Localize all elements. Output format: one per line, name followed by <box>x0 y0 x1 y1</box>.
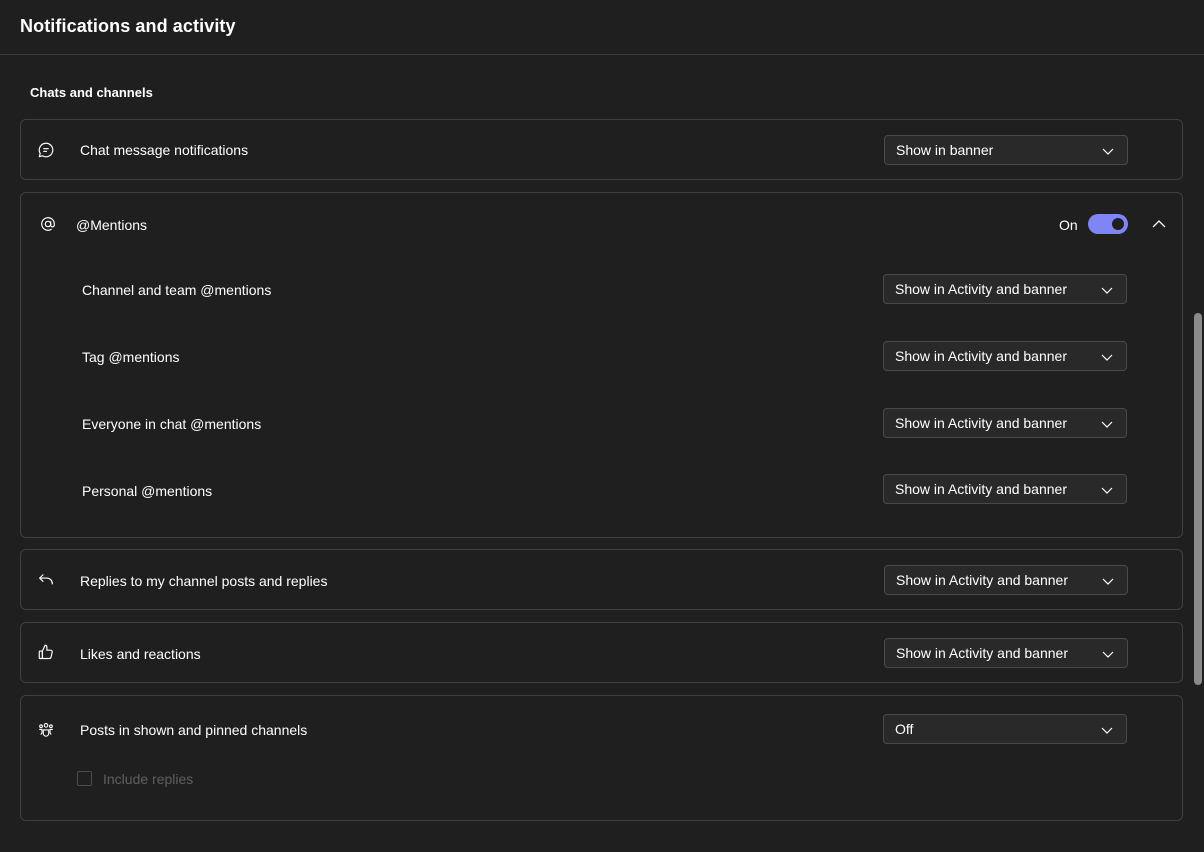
mentions-card: @Mentions On Channel and team @mentions … <box>20 192 1183 538</box>
mentions-label: @Mentions <box>76 217 148 233</box>
mention-item-label: Everyone in chat @mentions <box>82 416 262 432</box>
mentions-toggle[interactable] <box>1088 214 1128 234</box>
mention-item-dropdown[interactable]: Show in Activity and banner <box>883 274 1127 304</box>
chevron-down-icon <box>1101 727 1113 734</box>
page-title: Notifications and activity <box>20 16 236 36</box>
section-title: Chats and channels <box>30 85 153 100</box>
dropdown-value: Show in Activity and banner <box>895 481 1067 497</box>
reply-arrow-icon <box>36 569 56 589</box>
chevron-down-icon <box>1101 287 1113 294</box>
posts-label: Posts in shown and pinned channels <box>80 722 308 738</box>
chevron-down-icon <box>1102 148 1114 155</box>
thumbs-up-icon <box>36 642 56 662</box>
mention-item-label: Tag @mentions <box>82 349 180 365</box>
dropdown-value: Off <box>895 721 914 737</box>
include-replies-label: Include replies <box>103 771 194 787</box>
chevron-down-icon <box>1101 421 1113 428</box>
dropdown-value: Show in Activity and banner <box>895 281 1067 297</box>
replies-card: Replies to my channel posts and replies … <box>20 549 1183 610</box>
toggle-knob <box>1112 218 1124 230</box>
chat-notifications-label: Chat message notifications <box>80 142 249 158</box>
dropdown-value: Show in Activity and banner <box>896 645 1068 661</box>
likes-dropdown[interactable]: Show in Activity and banner <box>884 638 1128 668</box>
scrollbar-thumb[interactable] <box>1194 313 1202 685</box>
scrollbar[interactable] <box>1194 60 1202 850</box>
posts-dropdown[interactable]: Off <box>883 714 1127 744</box>
chat-notifications-card: Chat message notifications Show in banne… <box>20 119 1183 180</box>
posts-card: Posts in shown and pinned channels Off I… <box>20 695 1183 821</box>
dropdown-value: Show in Activity and banner <box>895 415 1067 431</box>
replies-label: Replies to my channel posts and replies <box>80 573 328 589</box>
mention-item-label: Channel and team @mentions <box>82 282 272 298</box>
likes-label: Likes and reactions <box>80 646 201 662</box>
chevron-down-icon <box>1101 354 1113 361</box>
mention-item-dropdown[interactable]: Show in Activity and banner <box>883 408 1127 438</box>
at-sign-icon <box>38 214 58 234</box>
dropdown-value: Show in banner <box>896 142 994 158</box>
mentions-toggle-label: On <box>1059 217 1078 233</box>
chevron-up-icon[interactable] <box>1151 216 1167 232</box>
chevron-down-icon <box>1102 578 1114 585</box>
chevron-down-icon <box>1102 651 1114 658</box>
chat-bubble-icon <box>36 140 56 160</box>
people-team-icon <box>36 719 56 739</box>
mention-item-label: Personal @mentions <box>82 483 213 499</box>
chevron-down-icon <box>1101 487 1113 494</box>
page-header: Notifications and activity <box>0 0 1204 55</box>
likes-card: Likes and reactions Show in Activity and… <box>20 622 1183 683</box>
mention-item-dropdown[interactable]: Show in Activity and banner <box>883 474 1127 504</box>
mention-item-dropdown[interactable]: Show in Activity and banner <box>883 341 1127 371</box>
include-replies-checkbox[interactable] <box>77 771 92 786</box>
replies-dropdown[interactable]: Show in Activity and banner <box>884 565 1128 595</box>
dropdown-value: Show in Activity and banner <box>895 348 1067 364</box>
dropdown-value: Show in Activity and banner <box>896 572 1068 588</box>
chat-notifications-dropdown[interactable]: Show in banner <box>884 135 1128 165</box>
